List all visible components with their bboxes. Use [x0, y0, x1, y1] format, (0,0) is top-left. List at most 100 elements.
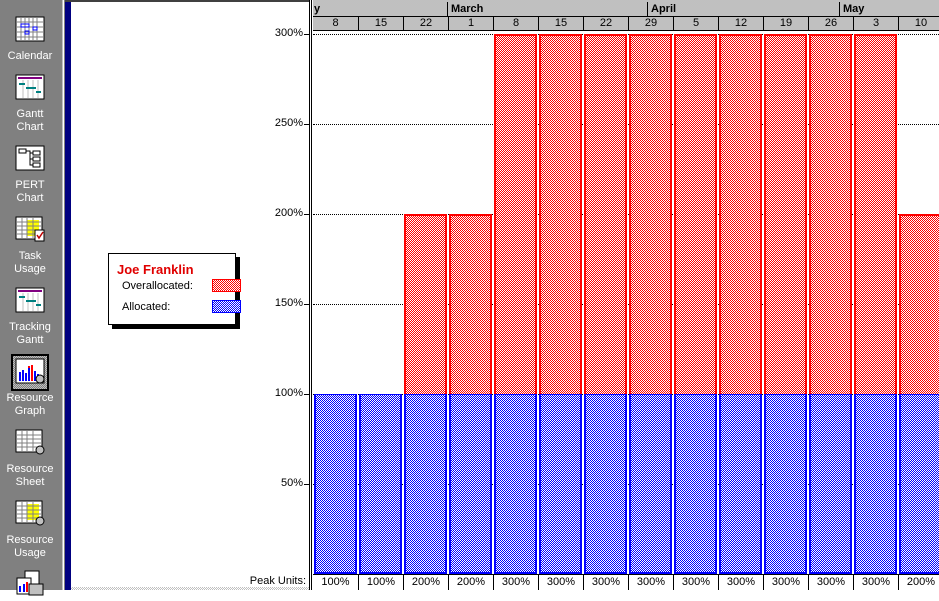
view-gantt-chart[interactable]: Gantt Chart	[0, 72, 60, 134]
tracking-gantt-icon	[13, 285, 47, 318]
overallocated-bar	[809, 34, 852, 394]
y-tick-label: 150%	[274, 297, 303, 309]
allocated-bar	[539, 394, 582, 574]
view-task-usage[interactable]: Task Usage	[0, 214, 60, 276]
allocated-swatch	[212, 300, 241, 313]
peak-units-cell: 300%	[628, 575, 673, 590]
resource-graph-icon	[11, 354, 49, 391]
allocated-bar	[809, 394, 852, 574]
timescale-day: 22	[403, 16, 448, 31]
view-resource-sheet[interactable]: Resource Sheet	[0, 427, 60, 489]
y-tick-label: 100%	[274, 387, 303, 399]
timescale-day: 10	[898, 16, 939, 31]
allocated-bar	[854, 394, 897, 574]
view-pert-chart[interactable]: PERT Chart	[0, 143, 60, 205]
y-tick-label: 50%	[280, 477, 303, 489]
view-resource-graph[interactable]: Resource Graph	[0, 354, 60, 418]
timescale-day: 3	[853, 16, 898, 31]
peak-units-cell: 300%	[583, 575, 628, 590]
allocated-bar	[674, 394, 717, 574]
view-resource-usage[interactable]: Resource Usage	[0, 498, 60, 560]
peak-units-cell: 300%	[808, 575, 853, 590]
view-label: Resource Usage	[6, 534, 54, 559]
legend-allocated: Allocated:	[122, 300, 241, 313]
task-usage-icon	[13, 214, 47, 247]
timescale-day: 12	[718, 16, 763, 31]
calendar-icon	[13, 14, 47, 47]
peak-units-cell: 200%	[448, 575, 493, 590]
view-label: Calendar	[7, 50, 53, 62]
overallocated-bar	[494, 34, 537, 394]
timescale-day: 1	[448, 16, 493, 31]
peak-units-cell: 300%	[673, 575, 718, 590]
view-label: Resource Sheet	[6, 463, 54, 488]
allocated-bar	[314, 394, 357, 574]
peak-units-cell: 100%	[321, 576, 350, 588]
overallocated-bar	[854, 34, 897, 394]
peak-units-cell: 100%	[358, 575, 403, 590]
allocated-bar	[404, 394, 447, 574]
allocated-bar	[494, 394, 537, 574]
overallocated-bar	[629, 34, 672, 394]
allocated-bar	[899, 394, 939, 574]
timescale-day: 8	[313, 16, 358, 31]
timescale-day: 29	[628, 16, 673, 31]
timescale-day: 19	[763, 16, 808, 31]
view-label: Gantt Chart	[16, 108, 44, 133]
timescale-day: 15	[538, 16, 583, 31]
resource-name: Joe Franklin	[117, 262, 194, 277]
resource-legend: Joe Franklin Overallocated: Allocated:	[108, 253, 241, 325]
view-more[interactable]	[0, 568, 60, 601]
timescale: y March April May 8 15 22 1 8 15 22 29 5 12 19 26 3 10	[313, 0, 939, 31]
allocated-bar	[449, 394, 492, 574]
overallocated-bar	[674, 34, 717, 394]
peak-units-cell: 300%	[763, 575, 808, 590]
gantt-chart-icon	[13, 72, 47, 105]
y-tick-mark	[304, 214, 309, 215]
overallocated-swatch	[212, 279, 241, 292]
resource-graph-chart	[313, 31, 939, 574]
peak-units-label: Peak Units:	[249, 575, 306, 587]
view-label: Task Usage	[14, 250, 46, 275]
more-views-icon	[13, 568, 47, 601]
view-tracking-gantt[interactable]: Tracking Gantt	[0, 285, 60, 347]
overallocated-bar	[584, 34, 627, 394]
y-tick-label: 250%	[274, 117, 303, 129]
resource-sheet-icon	[13, 427, 47, 460]
y-tick-mark	[304, 484, 309, 485]
timescale-month: April	[647, 2, 839, 16]
y-tick-label: 200%	[274, 207, 303, 219]
y-tick-mark	[304, 394, 309, 395]
view-calendar[interactable]: Calendar	[0, 14, 60, 63]
timescale-day: 15	[358, 16, 403, 31]
peak-units-cell: 300%	[538, 575, 583, 590]
allocated-bar	[359, 394, 402, 574]
timescale-day: 26	[808, 16, 853, 31]
view-label: Resource Graph	[6, 392, 54, 417]
resource-usage-icon	[13, 498, 47, 531]
timescale-month: y	[314, 3, 321, 15]
overallocated-bar	[449, 214, 492, 394]
overallocated-bar	[719, 34, 762, 394]
allocated-bar	[719, 394, 762, 574]
timescale-month: March	[447, 2, 647, 16]
legend-overallocated-label: Overallocated:	[122, 280, 193, 292]
overallocated-bar	[899, 214, 939, 394]
peak-units-cell: 200%	[403, 575, 448, 590]
legend-allocated-label: Allocated:	[122, 301, 171, 313]
y-tick-label: 300%	[274, 27, 303, 39]
allocated-bar	[584, 394, 627, 574]
peak-units-cell: 200%	[898, 575, 939, 590]
timescale-day: 22	[583, 16, 628, 31]
y-tick-mark	[304, 34, 309, 35]
peak-units-cell: 300%	[853, 575, 898, 590]
overallocated-bar	[764, 34, 807, 394]
allocated-bar	[764, 394, 807, 574]
timescale-day: 8	[493, 16, 538, 31]
timescale-day: 5	[673, 16, 718, 31]
y-tick-mark	[304, 124, 309, 125]
overallocated-bar	[539, 34, 582, 394]
pert-chart-icon	[13, 143, 47, 176]
y-tick-mark	[304, 304, 309, 305]
view-label: PERT Chart	[15, 179, 45, 204]
